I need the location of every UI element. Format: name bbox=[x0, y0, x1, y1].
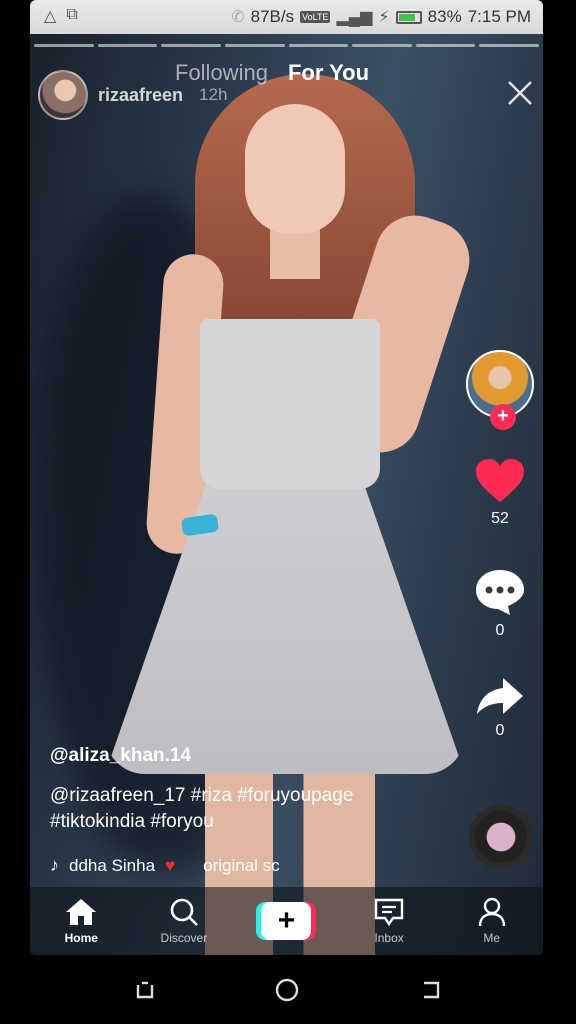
home-button-icon[interactable] bbox=[274, 977, 300, 1003]
creator-avatar[interactable]: + bbox=[466, 350, 534, 430]
nav-me-label: Me bbox=[483, 931, 500, 945]
like-button[interactable]: 52 bbox=[474, 458, 526, 528]
like-count: 52 bbox=[491, 510, 509, 527]
nav-discover-label: Discover bbox=[160, 931, 208, 945]
profile-icon bbox=[478, 897, 505, 927]
battery-percent: 83% bbox=[427, 7, 462, 26]
progress-segment bbox=[97, 44, 158, 47]
cast-icon: ⧉ bbox=[66, 6, 78, 23]
charging-icon: ⚡ bbox=[378, 9, 390, 26]
heart-icon[interactable] bbox=[474, 458, 526, 504]
back-icon[interactable] bbox=[418, 977, 444, 1003]
tab-following[interactable]: Following bbox=[175, 60, 268, 86]
caption-line-1[interactable]: @rizaafreen_17 #riza #foruyoupage bbox=[50, 783, 450, 809]
author-time: 12h bbox=[199, 85, 228, 104]
share-count: 0 bbox=[495, 722, 505, 739]
inbox-icon bbox=[374, 898, 404, 927]
home-icon bbox=[66, 899, 97, 925]
video-subject-dress bbox=[200, 319, 380, 489]
comment-count: 0 bbox=[495, 622, 505, 639]
nav-inbox-label: Inbox bbox=[374, 931, 404, 945]
system-nav-bar bbox=[0, 955, 576, 1024]
share-icon[interactable] bbox=[475, 676, 525, 716]
feed-tabs: Following For You bbox=[175, 60, 369, 86]
create-button[interactable]: + bbox=[256, 902, 317, 940]
nav-home[interactable]: Home bbox=[41, 897, 121, 945]
music-title: original sc bbox=[203, 855, 280, 875]
progress-segment bbox=[161, 44, 221, 47]
warning-icon: △ bbox=[44, 8, 57, 25]
nav-home-label: Home bbox=[64, 931, 98, 945]
author-name[interactable]: rizaafreen bbox=[98, 85, 183, 106]
network-speed: 87B/s bbox=[250, 7, 295, 26]
battery-icon bbox=[395, 10, 422, 24]
nav-me[interactable]: Me bbox=[452, 897, 532, 945]
nav-discover[interactable]: Discover bbox=[144, 897, 224, 945]
status-right: ✆ 87B/s VoLTE ▂▄▆ ⚡ 83% 7:15 PM bbox=[231, 7, 531, 27]
video-caption: @aliza_khan.14 @rizaafreen_17 #riza #for… bbox=[50, 745, 450, 876]
music-disc-icon[interactable] bbox=[469, 805, 533, 869]
music-artist: ddha Sinha bbox=[69, 855, 156, 875]
comment-button[interactable]: 0 bbox=[474, 568, 526, 640]
progress-segment bbox=[352, 44, 412, 47]
progress-segment bbox=[34, 44, 94, 47]
follow-plus-icon[interactable]: + bbox=[490, 404, 516, 430]
bottom-nav: Home Discover + Inbox Me bbox=[30, 887, 543, 955]
author-avatar[interactable] bbox=[38, 70, 88, 120]
status-left: △ ⧉ bbox=[44, 6, 78, 26]
nav-create[interactable]: + bbox=[246, 902, 326, 940]
share-button[interactable]: 0 bbox=[475, 676, 525, 740]
search-icon bbox=[170, 898, 198, 926]
video-subject-face bbox=[245, 104, 345, 234]
nav-inbox[interactable]: Inbox bbox=[349, 897, 429, 945]
app-screen: △ ⧉ ✆ 87B/s VoLTE ▂▄▆ ⚡ 83% 7:15 PM riza… bbox=[30, 0, 543, 955]
heart-emoji-icon: ♥ bbox=[165, 855, 176, 875]
tab-for-you[interactable]: For You bbox=[288, 60, 369, 86]
caption-line-2[interactable]: #tiktokindia #foryou bbox=[50, 809, 450, 835]
clock: 7:15 PM bbox=[467, 7, 531, 26]
status-bar: △ ⧉ ✆ 87B/s VoLTE ▂▄▆ ⚡ 83% 7:15 PM bbox=[30, 0, 543, 34]
mute-icon: ✆ bbox=[231, 9, 245, 26]
progress-segment bbox=[288, 44, 349, 47]
signal-icon: ▂▄▆ bbox=[336, 9, 373, 26]
caption-username[interactable]: @aliza_khan.14 bbox=[50, 745, 450, 767]
progress-segment bbox=[224, 44, 285, 47]
progress-segment bbox=[479, 44, 539, 47]
progress-segment bbox=[415, 44, 476, 47]
volte-badge: VoLTE bbox=[300, 11, 331, 23]
comment-icon[interactable] bbox=[474, 568, 526, 616]
plus-icon: + bbox=[261, 902, 312, 940]
music-note-icon: ♪ bbox=[50, 855, 59, 875]
music-ticker[interactable]: ♪ ddha Sinha ♥ original sc bbox=[50, 855, 450, 876]
close-icon[interactable] bbox=[505, 78, 535, 108]
action-column: + 52 0 0 bbox=[465, 350, 535, 740]
story-progress bbox=[30, 44, 543, 48]
recent-apps-icon[interactable] bbox=[132, 977, 158, 1003]
